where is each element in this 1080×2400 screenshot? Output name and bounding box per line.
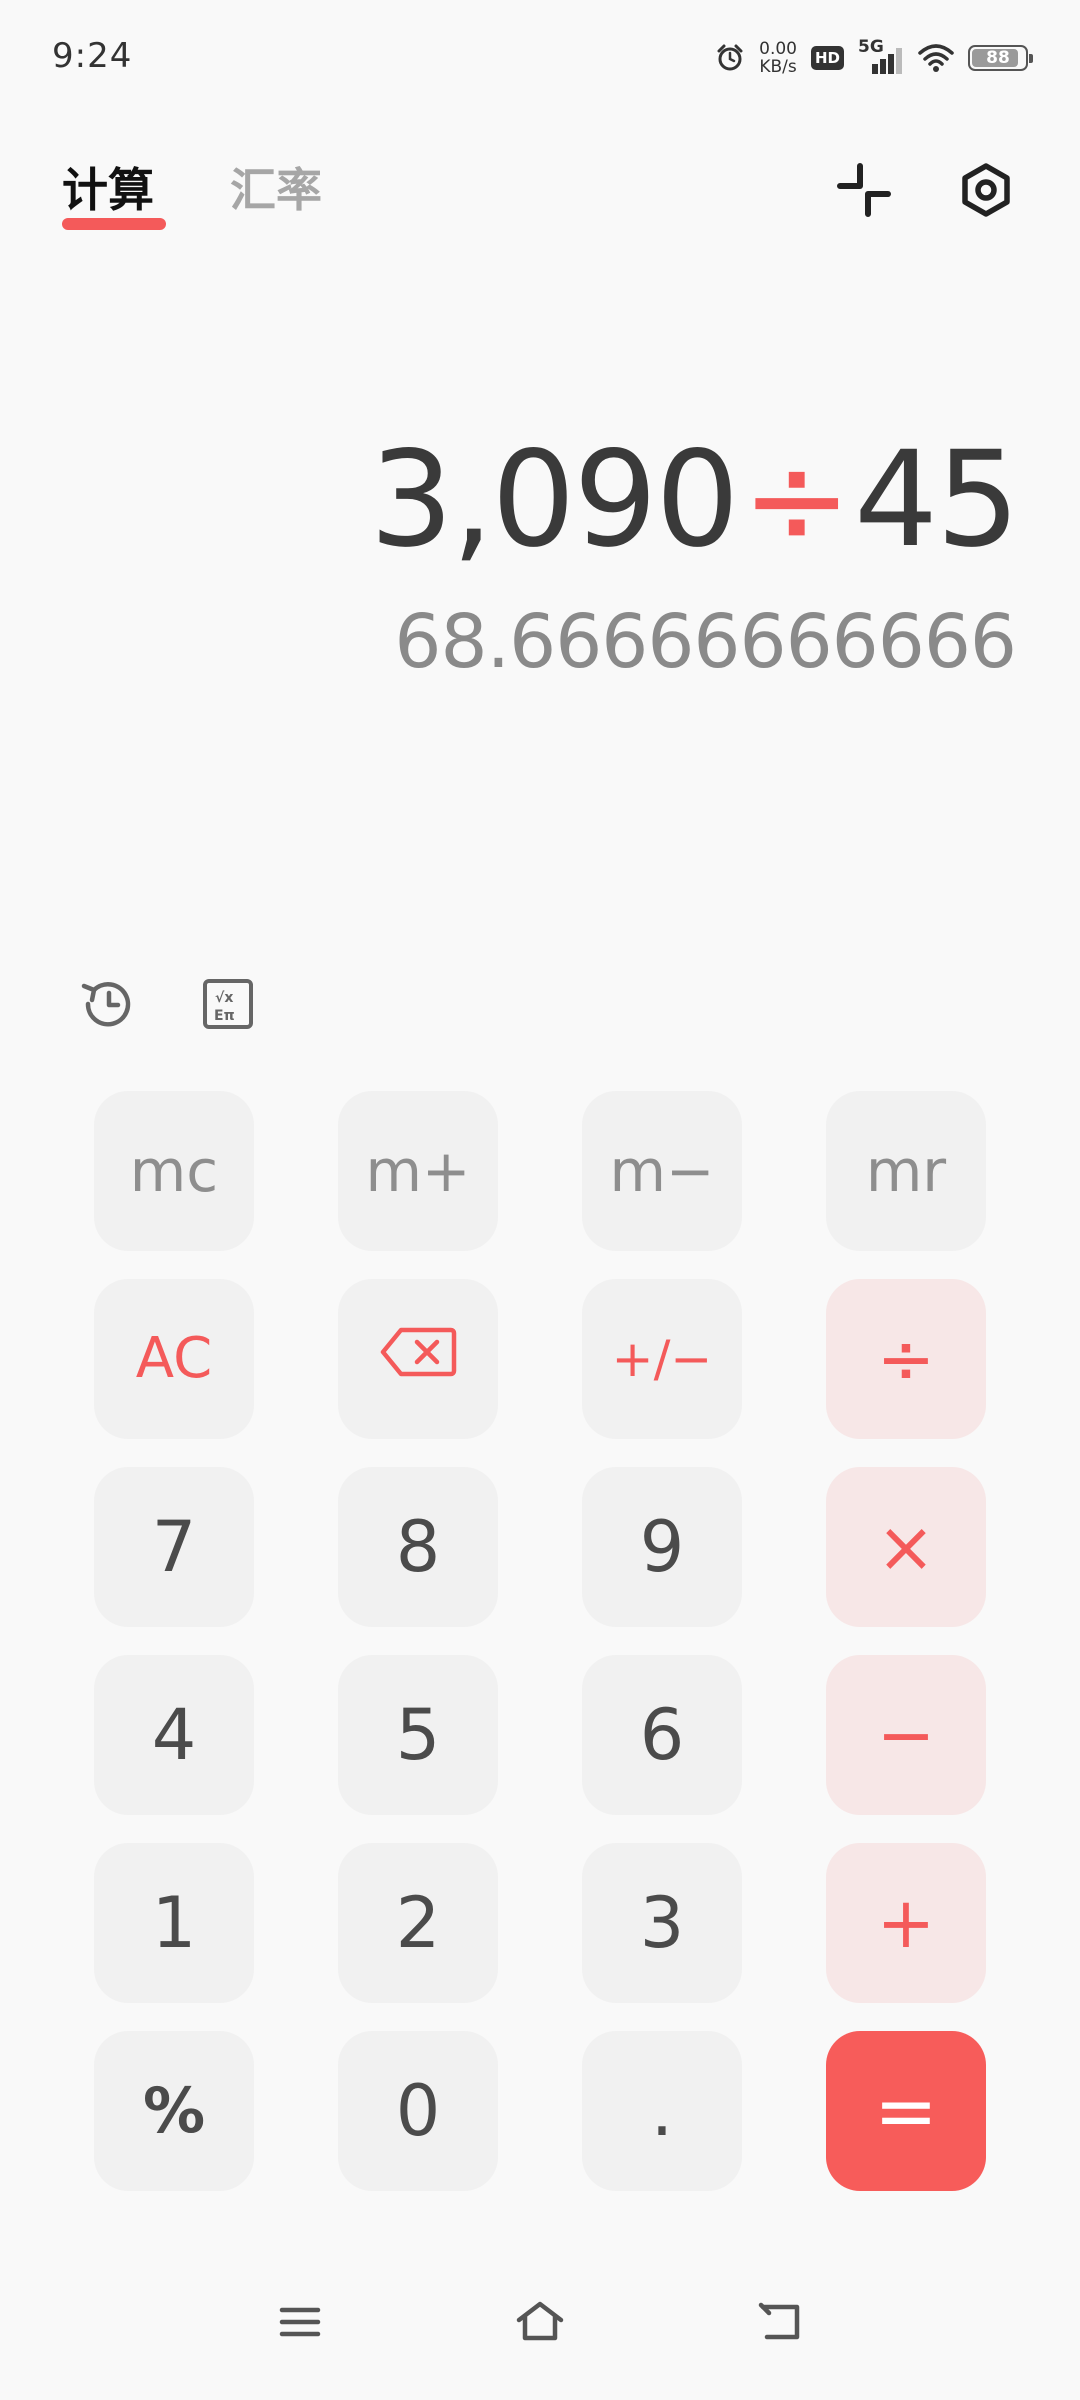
svg-text:Eπ: Eπ	[214, 1008, 235, 1024]
key-label: 3	[639, 1882, 685, 1964]
wifi-icon	[918, 43, 954, 73]
key-decimal[interactable]: .	[582, 2031, 742, 2191]
key-mc[interactable]: mc	[94, 1091, 254, 1251]
key-label: 9	[639, 1506, 685, 1588]
back-icon	[757, 2301, 803, 2347]
battery-icon: 88	[968, 45, 1033, 71]
home-icon	[515, 2300, 565, 2348]
status-icons: 0.00 KB/s HD 5G 88	[715, 38, 1033, 78]
key-divide[interactable]: ÷	[826, 1279, 986, 1439]
svg-text:√x: √x	[215, 990, 233, 1006]
operand-1: 3,090	[369, 423, 740, 577]
key-label: +	[876, 1882, 936, 1964]
key-label: −	[876, 1694, 936, 1776]
backspace-icon	[379, 1326, 457, 1392]
key-label: AC	[135, 1326, 213, 1391]
key-percent[interactable]: %	[94, 2031, 254, 2191]
key-m-plus[interactable]: m+	[338, 1091, 498, 1251]
nav-back-button[interactable]	[740, 2284, 820, 2364]
key-1[interactable]: 1	[94, 1843, 254, 2003]
key-label: .	[650, 2070, 674, 2152]
operand-2: 45	[854, 423, 1020, 577]
key-label: 8	[395, 1506, 441, 1588]
key-label: ÷	[876, 1318, 936, 1400]
expression-display: 3,090÷45	[369, 420, 1020, 580]
key-0[interactable]: 0	[338, 2031, 498, 2191]
key-all-clear[interactable]: AC	[94, 1279, 254, 1439]
status-bar: 9:24 0.00 KB/s HD 5G 88	[0, 0, 1080, 120]
menu-icon	[278, 2302, 322, 2346]
battery-level: 88	[986, 48, 1010, 68]
key-backspace[interactable]	[338, 1279, 498, 1439]
tab-calculate[interactable]: 计算	[62, 155, 154, 225]
settings-button[interactable]	[946, 152, 1026, 232]
tab-exchange-rate[interactable]: 汇率	[230, 155, 322, 225]
key-label: mr	[865, 1137, 947, 1205]
key-9[interactable]: 9	[582, 1467, 742, 1627]
status-time: 9:24	[52, 36, 133, 76]
key-label: 4	[151, 1694, 197, 1776]
keypad: mc m+ m− mr AC +/− ÷ 7 8 9 × 4 5 6 − 1 2…	[94, 1091, 986, 2191]
key-subtract[interactable]: −	[826, 1655, 986, 1815]
nav-menu-button[interactable]	[260, 2284, 340, 2364]
active-tab-indicator	[62, 218, 166, 230]
collapse-icon	[836, 162, 892, 222]
key-mr[interactable]: mr	[826, 1091, 986, 1251]
key-4[interactable]: 4	[94, 1655, 254, 1815]
key-label: 0	[395, 2070, 441, 2152]
key-7[interactable]: 7	[94, 1467, 254, 1627]
key-label: m+	[365, 1137, 471, 1205]
hd-icon: HD	[810, 46, 844, 70]
signal-5g-icon: 5G	[858, 38, 904, 78]
key-label: =	[874, 2066, 938, 2155]
key-label: 1	[151, 1882, 197, 1964]
key-label: %	[142, 2074, 206, 2147]
key-label: 6	[639, 1694, 685, 1776]
scientific-mode-button[interactable]: √x Eπ	[192, 970, 264, 1042]
key-3[interactable]: 3	[582, 1843, 742, 2003]
scientific-mode-icon: √x Eπ	[202, 978, 254, 1034]
history-icon	[78, 974, 138, 1038]
net-speed-value: 0.00	[759, 39, 797, 59]
key-label: m−	[609, 1137, 715, 1205]
alarm-icon	[715, 43, 745, 73]
history-button[interactable]	[72, 970, 144, 1042]
result-display: 68.66666666666	[394, 599, 1017, 685]
key-label: 5	[395, 1694, 441, 1776]
key-label: +/−	[611, 1330, 713, 1388]
key-8[interactable]: 8	[338, 1467, 498, 1627]
operator-symbol: ÷	[741, 423, 852, 577]
key-2[interactable]: 2	[338, 1843, 498, 2003]
key-5[interactable]: 5	[338, 1655, 498, 1815]
key-label: 7	[151, 1506, 197, 1588]
net-speed-unit: KB/s	[759, 57, 797, 77]
key-label: mc	[129, 1137, 219, 1205]
navigation-bar	[0, 2270, 1080, 2400]
key-multiply[interactable]: ×	[826, 1467, 986, 1627]
key-6[interactable]: 6	[582, 1655, 742, 1815]
key-sign-toggle[interactable]: +/−	[582, 1279, 742, 1439]
key-label: 2	[395, 1882, 441, 1964]
nav-home-button[interactable]	[500, 2284, 580, 2364]
settings-icon	[958, 162, 1014, 222]
key-m-minus[interactable]: m−	[582, 1091, 742, 1251]
key-label: ×	[876, 1506, 936, 1588]
key-add[interactable]: +	[826, 1843, 986, 2003]
collapse-button[interactable]	[824, 152, 904, 232]
net-speed: 0.00 KB/s	[759, 40, 797, 76]
key-equals[interactable]: =	[826, 2031, 986, 2191]
